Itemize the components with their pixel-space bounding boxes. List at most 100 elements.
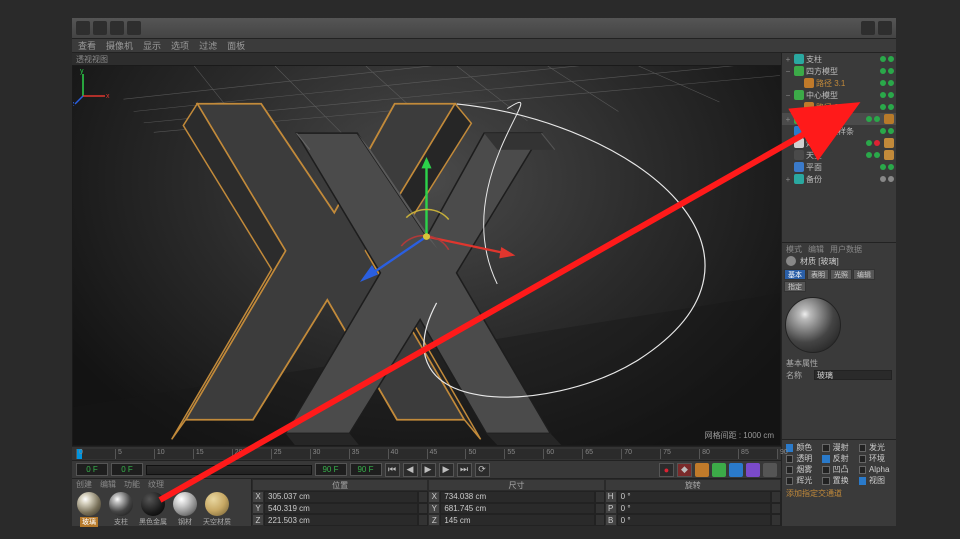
play-icon[interactable]: ▶ [421, 463, 436, 477]
visibility-dot[interactable] [888, 176, 894, 182]
visibility-dot[interactable] [880, 176, 886, 182]
tree-item[interactable]: 灯光 [782, 137, 896, 149]
tool-icon[interactable] [110, 21, 124, 35]
key-icon[interactable]: ◆ [677, 463, 692, 477]
range-slider[interactable] [146, 465, 312, 475]
channel-checkbox[interactable] [859, 466, 866, 474]
attr-tab-button[interactable]: 基本 [784, 269, 806, 280]
visibility-dot[interactable] [880, 164, 886, 170]
loop-icon[interactable]: ⟳ [475, 463, 490, 477]
tree-item[interactable]: −中心模型 [782, 89, 896, 101]
visibility-dot[interactable] [866, 116, 872, 122]
frame-current[interactable]: 0 F [111, 463, 143, 476]
layout-icon[interactable] [878, 21, 892, 35]
name-input[interactable]: 玻璃 [814, 370, 892, 380]
tag-scale[interactable] [712, 463, 726, 477]
spinner[interactable] [418, 491, 428, 503]
channel-checkbox[interactable] [822, 466, 829, 474]
object-tag-icon[interactable] [884, 150, 894, 160]
go-end-icon[interactable]: ⏭ [457, 463, 472, 477]
menu-panel[interactable]: 面板 [227, 39, 245, 52]
tag-param[interactable] [746, 463, 760, 477]
attr-tab-button[interactable]: 指定 [784, 281, 806, 292]
attr-tab-button[interactable]: 编辑 [853, 269, 875, 280]
visibility-dot[interactable] [880, 104, 886, 110]
tree-item[interactable]: −四方模型 [782, 65, 896, 77]
menu-camera[interactable]: 摄像机 [106, 39, 133, 52]
tool-icon[interactable] [127, 21, 141, 35]
visibility-dot[interactable] [880, 92, 886, 98]
menu-display[interactable]: 显示 [143, 39, 161, 52]
step-back-icon[interactable]: ◀ [403, 463, 418, 477]
attr-tab-button[interactable]: 表明 [807, 269, 829, 280]
frame-end2[interactable]: 90 F [350, 463, 382, 476]
channel-checkbox[interactable] [859, 455, 866, 463]
mat-tab[interactable]: 创建 [76, 479, 92, 490]
visibility-dot[interactable] [874, 152, 880, 158]
spinner[interactable] [595, 503, 605, 515]
layout-icon[interactable] [861, 21, 875, 35]
material-item[interactable]: 黑色金属 [138, 492, 168, 527]
visibility-dot[interactable] [874, 140, 880, 146]
rot-input[interactable]: 0 ° [617, 491, 771, 503]
frame-start[interactable]: 0 F [76, 463, 108, 476]
tool-icon[interactable] [76, 21, 90, 35]
object-tag-icon[interactable] [884, 138, 894, 148]
rot-input[interactable]: 0 ° [617, 503, 771, 515]
mat-tab[interactable]: 功能 [124, 479, 140, 490]
pos-input[interactable]: 540.319 cm [264, 503, 418, 515]
visibility-dot[interactable] [866, 140, 872, 146]
visibility-dot[interactable] [888, 68, 894, 74]
visibility-dot[interactable] [880, 128, 886, 134]
record-icon[interactable]: ● [659, 463, 674, 477]
expand-toggle[interactable]: − [784, 67, 792, 76]
visibility-dot[interactable] [888, 56, 894, 62]
attr-tab-mode[interactable]: 模式 [786, 244, 802, 255]
channel-checkbox[interactable] [786, 466, 793, 474]
visibility-dot[interactable] [888, 80, 894, 86]
add-channel-link[interactable]: 添加指定交通道 [786, 488, 892, 499]
visibility-dot[interactable] [888, 164, 894, 170]
pos-input[interactable]: 305.037 cm [264, 491, 418, 503]
material-item[interactable]: 玻璃 [74, 492, 104, 527]
menu-view[interactable]: 查看 [78, 39, 96, 52]
channel-checkbox[interactable] [822, 477, 829, 485]
object-manager[interactable]: +支柱−四方模型路径 3.1−中心模型路径 3.1+玻璃框五次方程样条灯光天空平… [782, 53, 896, 243]
visibility-dot[interactable] [888, 92, 894, 98]
tree-item[interactable]: +玻璃框 [782, 113, 896, 125]
tree-item[interactable]: +支柱 [782, 53, 896, 65]
timeline[interactable]: 051015202530354045505560657075808590 [72, 446, 781, 460]
visibility-dot[interactable] [888, 128, 894, 134]
tree-item[interactable]: 五次方程样条 [782, 125, 896, 137]
spinner[interactable] [771, 514, 781, 526]
spinner[interactable] [771, 503, 781, 515]
spinner[interactable] [418, 514, 428, 526]
channel-checkbox[interactable] [822, 444, 829, 452]
tree-item[interactable]: +备份 [782, 173, 896, 185]
spinner[interactable] [595, 514, 605, 526]
expand-toggle[interactable]: + [784, 55, 792, 64]
expand-toggle[interactable]: + [784, 175, 792, 184]
rot-input[interactable]: 0 ° [617, 514, 771, 526]
menu-options[interactable]: 选项 [171, 39, 189, 52]
channel-checkbox[interactable] [859, 477, 866, 485]
material-preview[interactable] [785, 297, 841, 353]
mat-tab[interactable]: 纹理 [148, 479, 164, 490]
tree-item[interactable]: 天空 [782, 149, 896, 161]
material-item[interactable]: 钢材 [170, 492, 200, 527]
size-input[interactable]: 145 cm [440, 514, 594, 526]
tree-item[interactable]: 平面 [782, 161, 896, 173]
spinner[interactable] [418, 503, 428, 515]
size-input[interactable]: 681.745 cm [440, 503, 594, 515]
frame-end[interactable]: 90 F [315, 463, 347, 476]
step-fwd-icon[interactable]: ▶ [439, 463, 454, 477]
menu-filter[interactable]: 过滤 [199, 39, 217, 52]
tool-icon[interactable] [93, 21, 107, 35]
visibility-dot[interactable] [888, 104, 894, 110]
channel-checkbox[interactable] [786, 477, 793, 485]
go-start-icon[interactable]: ⏮ [385, 463, 400, 477]
tree-item[interactable]: 路径 3.1 [782, 77, 896, 89]
attr-tab-edit[interactable]: 编辑 [808, 244, 824, 255]
visibility-dot[interactable] [880, 56, 886, 62]
tree-item[interactable]: 路径 3.1 [782, 101, 896, 113]
